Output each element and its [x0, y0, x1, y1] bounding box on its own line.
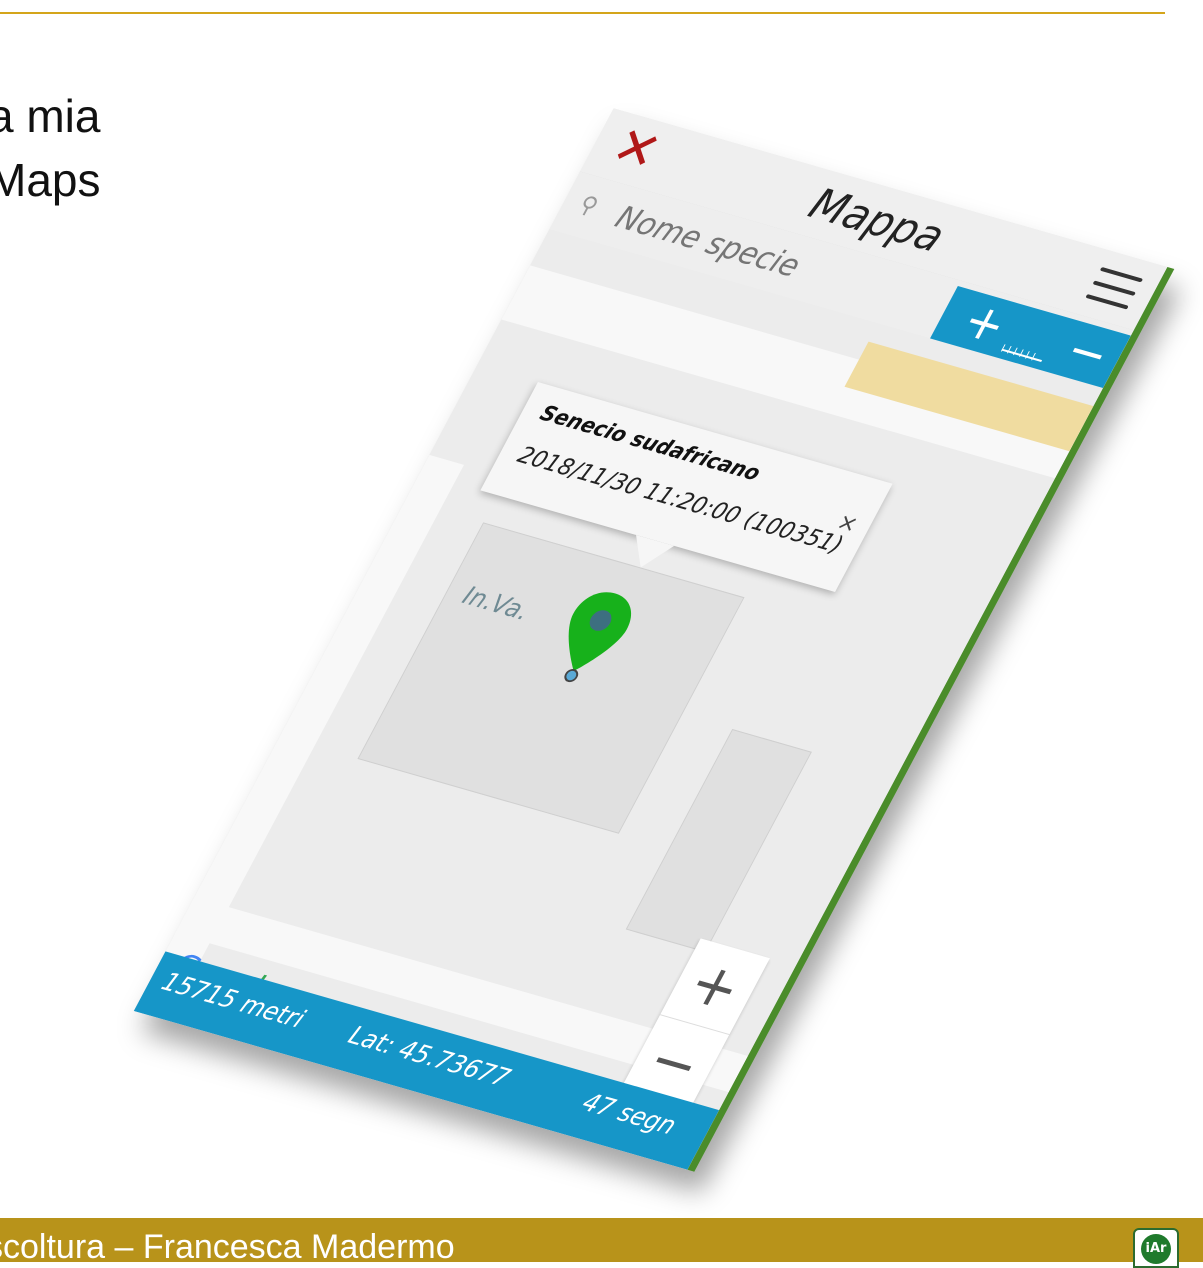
scale-zoom-out-button[interactable]: −	[1056, 321, 1120, 384]
ruler-icon	[1000, 339, 1047, 362]
hamburger-icon[interactable]	[1084, 266, 1144, 311]
slide-title-line2: Maps	[0, 154, 101, 206]
footer-text: scoltura – Francesca Madermo	[0, 1228, 455, 1266]
slide-title-line1: a mia	[0, 90, 101, 142]
close-button[interactable]: ✕	[602, 115, 671, 183]
logo: iAr	[1133, 1228, 1179, 1268]
logo-text: iAr	[1141, 1234, 1171, 1264]
phone-screen: ✕ Mappa ⚲ + − In.Va. Senecio sudafricano…	[133, 108, 1175, 1172]
current-location-dot	[564, 669, 579, 683]
search-icon: ⚲	[574, 190, 604, 221]
slide-title: a mia Maps	[0, 84, 100, 212]
info-window-close-button[interactable]: ×	[832, 508, 863, 538]
segments-readout: 47 segn	[576, 1088, 682, 1141]
map-view[interactable]: In.Va. Senecio sudafricano 2018/11/30 11…	[165, 229, 1104, 1134]
top-rule	[0, 12, 1165, 14]
map-building	[357, 522, 745, 834]
